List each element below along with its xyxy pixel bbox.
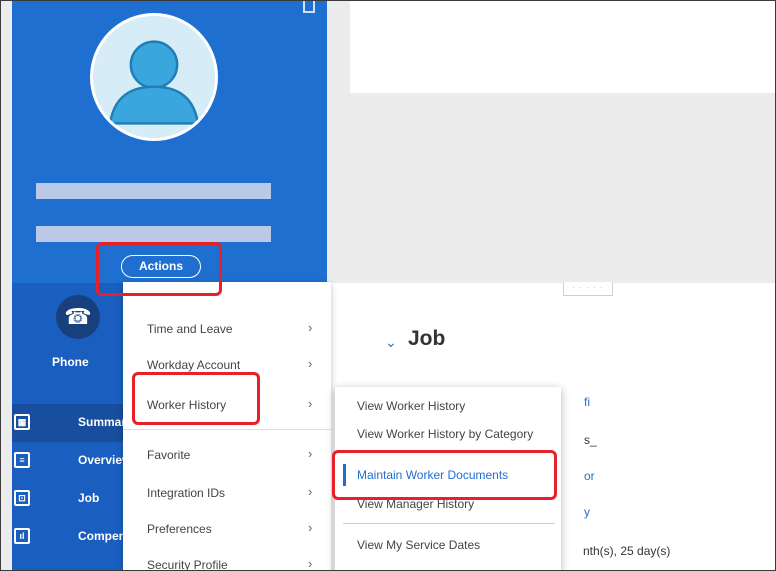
header-card — [350, 1, 775, 93]
chart-icon: ıl — [14, 528, 30, 544]
chevron-down-icon[interactable]: ⌄ — [385, 334, 397, 351]
redacted-name — [36, 183, 271, 199]
menu-divider — [123, 429, 331, 430]
submenu-item-label: View Worker History by Category — [357, 427, 534, 441]
redacted-title — [36, 226, 271, 242]
submenu-item-view-worker-history-by-category[interactable]: View Worker History by Category — [335, 421, 561, 447]
menu-item-security-profile[interactable]: Security Profile › — [123, 551, 331, 571]
job-link-fragment[interactable]: fi — [584, 395, 590, 409]
submenu-item-label: View My Service Dates — [357, 538, 481, 552]
briefcase-icon: ⊡ — [14, 490, 30, 506]
nav-label: Compensation — [78, 529, 124, 543]
submenu-divider — [343, 523, 555, 524]
profile-panel: Actions — [12, 1, 327, 283]
chevron-right-icon: › — [308, 484, 313, 499]
highlight-worker-history — [132, 372, 260, 425]
chevron-right-icon: › — [308, 320, 313, 335]
menu-item-label: Time and Leave — [147, 322, 233, 336]
left-nav: ☎ Phone ▦ Summary ≡ Overview ⊡ Job ıl Co… — [12, 283, 124, 570]
collapse-icon[interactable] — [303, 1, 315, 13]
actions-menu: Time and Leave › Workday Account › Worke… — [123, 282, 331, 571]
menu-item-label: Integration IDs — [147, 486, 226, 500]
job-section-title: Job — [408, 327, 446, 350]
menu-item-label: Favorite — [147, 448, 191, 462]
nav-item-summary[interactable]: ▦ Summary — [12, 404, 124, 442]
grid-icon: ▦ — [14, 414, 30, 430]
nav-item-overview[interactable]: ≡ Overview — [12, 442, 124, 480]
menu-item-label: Workday Account — [147, 358, 241, 372]
person-avatar-icon — [90, 13, 218, 141]
menu-item-time-and-leave[interactable]: Time and Leave › — [123, 315, 331, 343]
phone-icon[interactable]: ☎ — [56, 295, 100, 339]
submenu-item-view-worker-history[interactable]: View Worker History — [335, 393, 561, 419]
nav-item-job[interactable]: ⊡ Job — [12, 480, 124, 518]
chevron-right-icon: › — [308, 396, 313, 411]
highlight-maintain-worker-documents — [332, 450, 557, 500]
highlight-actions — [96, 242, 222, 296]
chevron-right-icon: › — [308, 356, 313, 371]
phone-label: Phone — [52, 355, 89, 369]
submenu-item-label: View Worker History — [357, 399, 466, 413]
nav-item-compensation[interactable]: ıl Compensation — [12, 518, 124, 556]
job-link-fragment[interactable]: or — [584, 469, 595, 483]
chevron-right-icon: › — [308, 556, 313, 571]
menu-item-preferences[interactable]: Preferences › — [123, 515, 331, 543]
submenu-item-view-my-service-dates[interactable]: View My Service Dates — [335, 532, 561, 558]
menu-item-favorite[interactable]: Favorite › — [123, 441, 331, 469]
nav-label: Summary — [78, 415, 124, 429]
nav-label: Overview — [78, 453, 124, 467]
nav-label: Job — [78, 491, 100, 505]
menu-item-integration-ids[interactable]: Integration IDs › — [123, 479, 331, 507]
document-icon: ≡ — [14, 452, 30, 468]
job-text-fragment: s_ — [584, 433, 597, 447]
chevron-right-icon: › — [308, 446, 313, 461]
chevron-right-icon: › — [308, 520, 313, 535]
resize-handle[interactable]: · · · · · — [563, 282, 613, 296]
menu-item-label: Security Profile — [147, 558, 228, 571]
workday-window: · · · · · ⌄ Job fi s_ or y nth(s), 25 da… — [0, 0, 776, 571]
service-length-text: nth(s), 25 day(s) — [583, 544, 671, 558]
job-link-fragment[interactable]: y — [584, 505, 590, 519]
menu-item-label: Preferences — [147, 522, 212, 536]
